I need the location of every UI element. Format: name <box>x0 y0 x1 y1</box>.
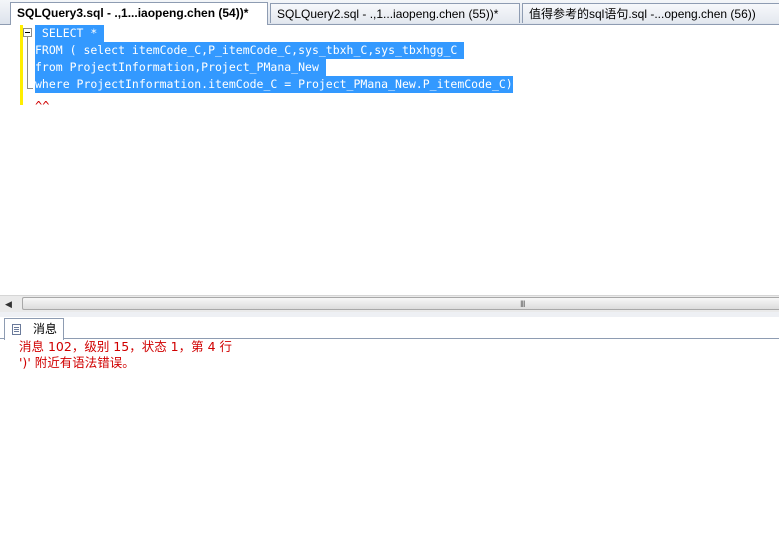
scrollbar-grip-icon: III <box>520 299 525 309</box>
results-tab-bar <box>0 317 779 339</box>
code-line-3[interactable]: from ProjectInformation,Project_PMana_Ne… <box>35 59 326 76</box>
change-indicator-bar <box>20 25 23 105</box>
horizontal-scrollbar[interactable]: ◀ III <box>0 295 779 312</box>
code-line-2[interactable]: FROM ( select itemCode_C,P_itemCode_C,sy… <box>35 42 465 59</box>
error-message-detail: ')' 附近有语法错误。 <box>19 355 135 370</box>
scrollbar-thumb[interactable]: III <box>22 297 779 310</box>
tab-sqlquery2[interactable]: SQLQuery2.sql - .,1...iaopeng.chen (55))… <box>270 3 520 23</box>
tab-sqlquery3[interactable]: SQLQuery3.sql - .,1...iaopeng.chen (54))… <box>10 2 268 25</box>
scroll-left-arrow-icon[interactable]: ◀ <box>0 296 17 312</box>
messages-pane[interactable] <box>0 339 779 554</box>
collapse-toggle-icon[interactable] <box>23 28 32 37</box>
error-squiggle-marker: ^^ <box>35 99 50 113</box>
outline-guide-end <box>27 88 33 89</box>
document-icon <box>12 324 21 335</box>
code-line-4[interactable]: where ProjectInformation.itemCode_C = Pr… <box>35 76 513 93</box>
tab-reference-sql[interactable]: 值得参考的sql语句.sql -...openg.chen (56)) <box>522 3 779 23</box>
outline-guide <box>27 37 28 89</box>
error-message-header: 消息 102，级别 15，状态 1，第 4 行 <box>19 339 233 354</box>
tab-messages[interactable]: 消息 <box>4 318 64 340</box>
document-tab-bar: SQLQuery3.sql - .,1...iaopeng.chen (54))… <box>0 0 779 25</box>
messages-tab-label: 消息 <box>33 322 58 336</box>
code-line-1[interactable]: SELECT * <box>35 25 105 42</box>
